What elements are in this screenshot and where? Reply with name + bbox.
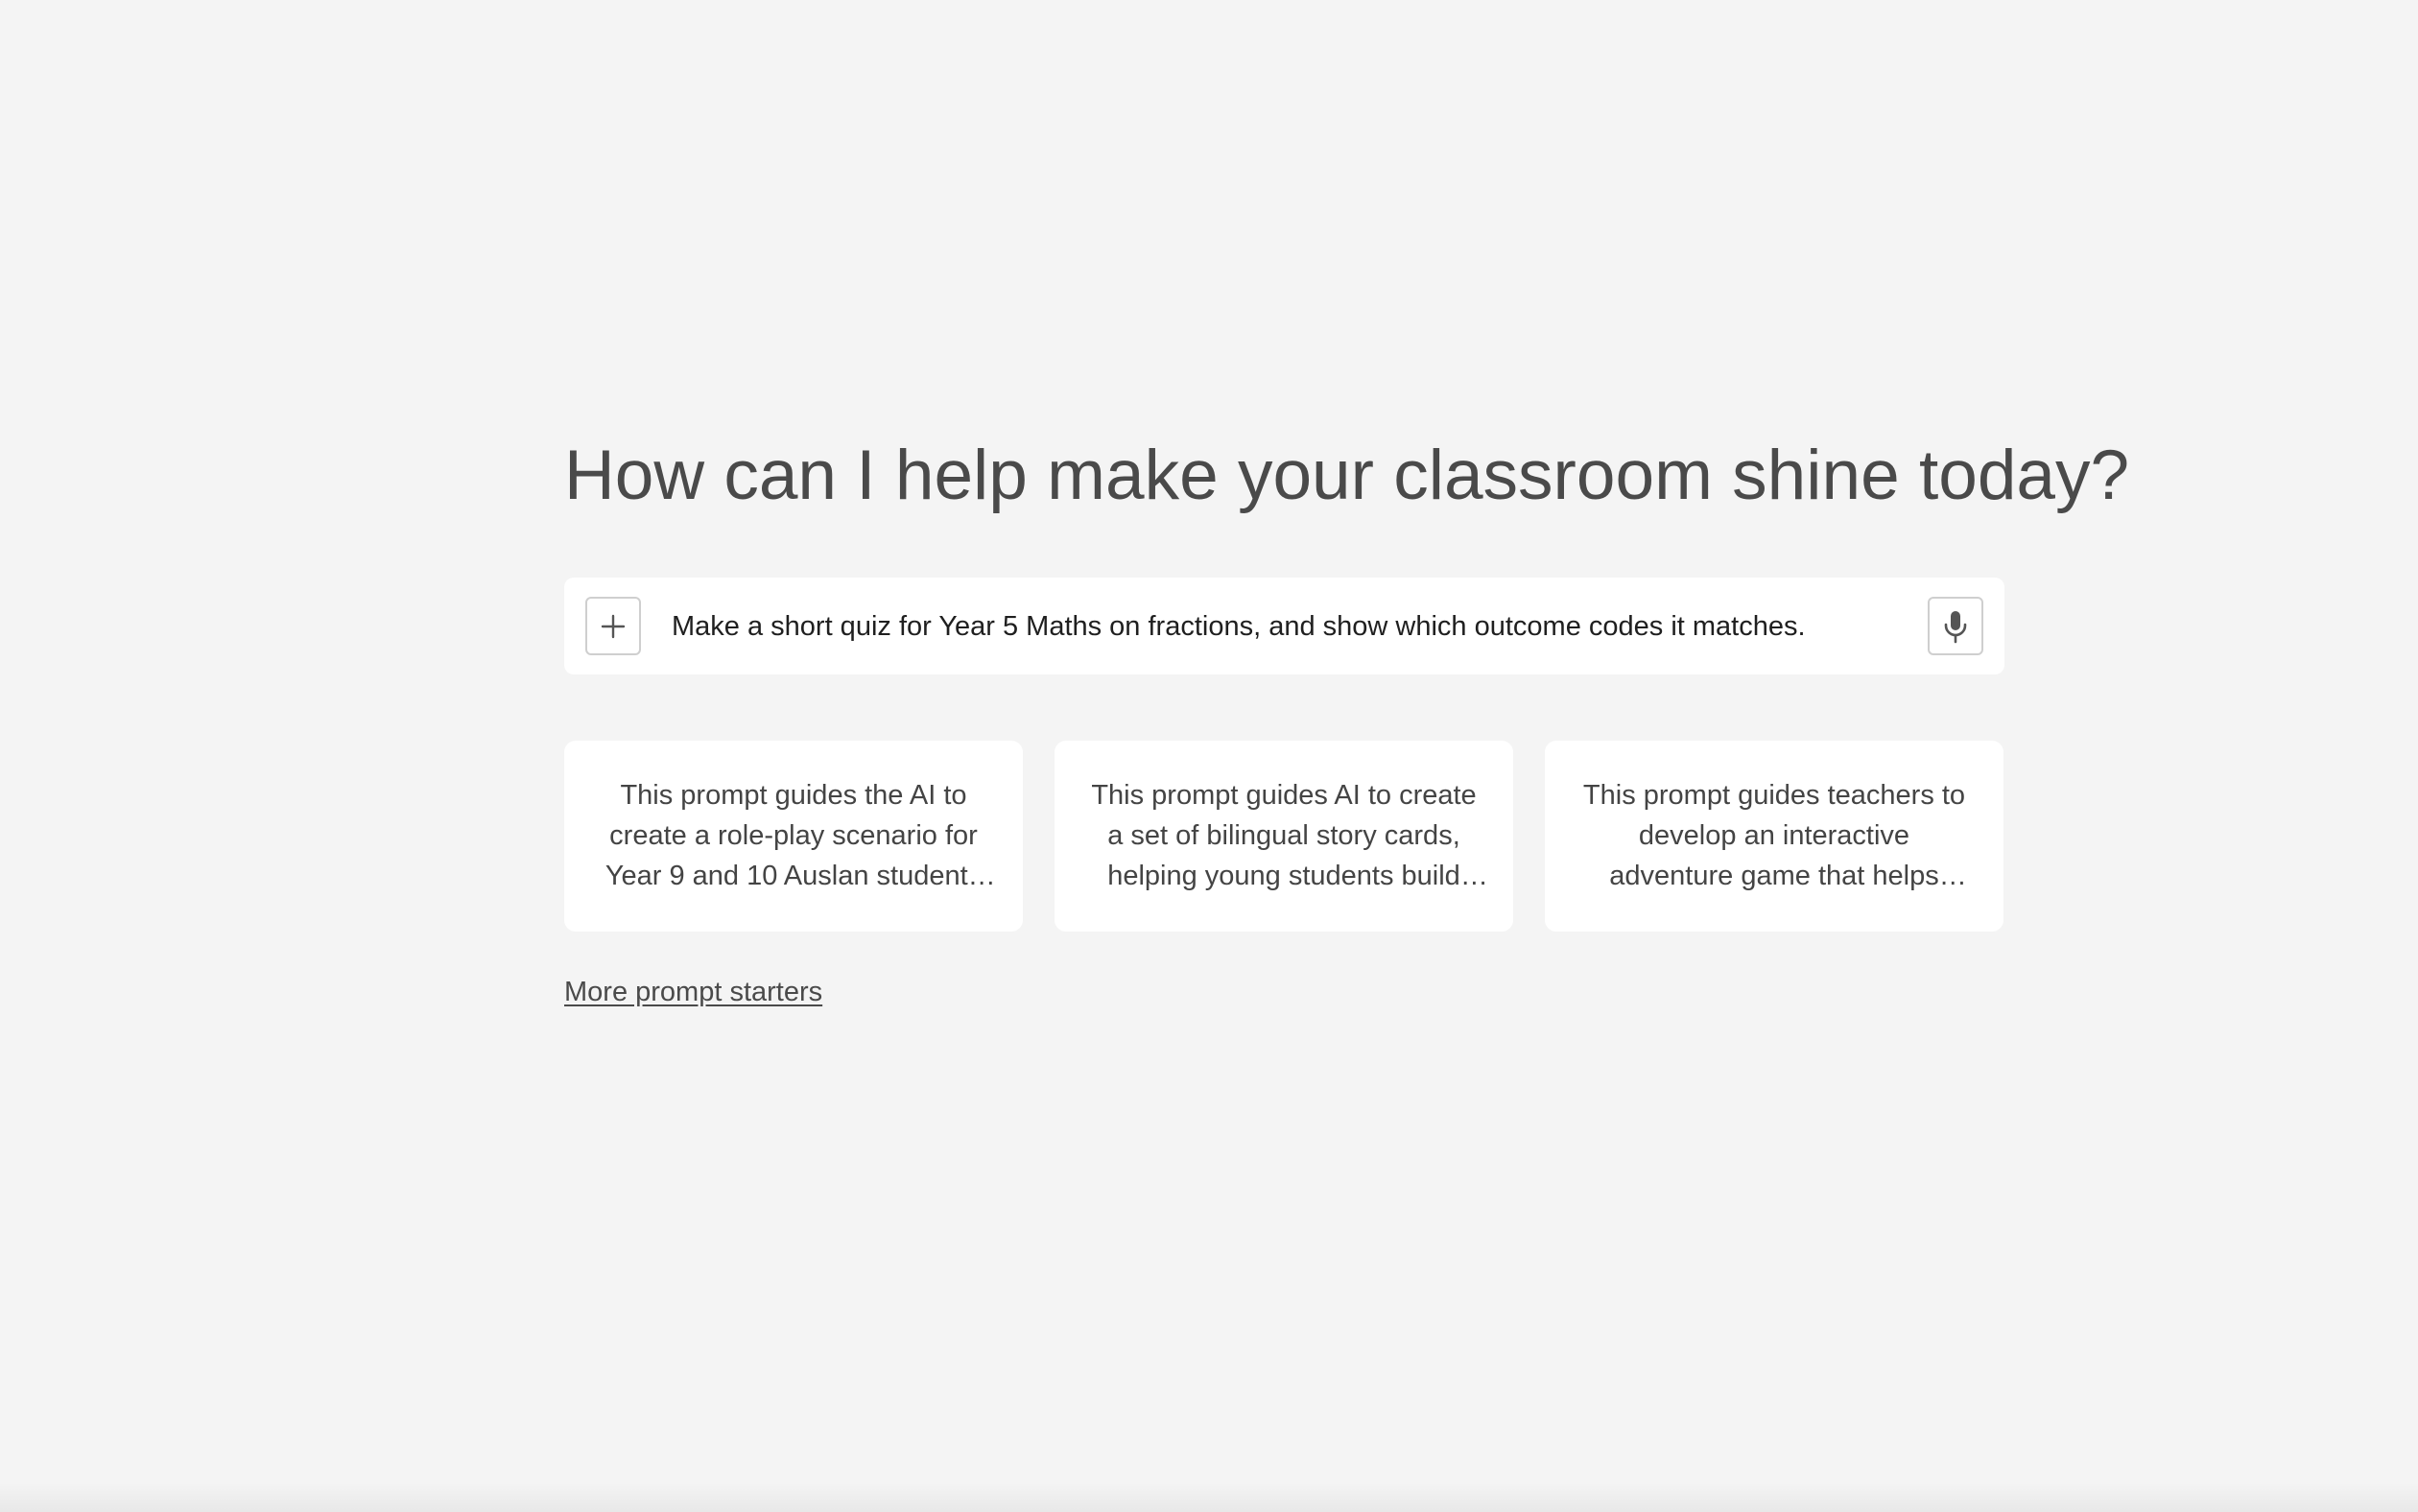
microphone-button[interactable] bbox=[1928, 597, 1983, 655]
page-title: How can I help make your classroom shine… bbox=[564, 437, 2130, 514]
prompt-starter-text: This prompt guides AI to create a set of… bbox=[1091, 780, 1477, 891]
more-prompt-starters-link[interactable]: More prompt starters bbox=[564, 977, 822, 1008]
prompt-starter-card[interactable]: This prompt guides AI to create a set of… bbox=[1055, 741, 1513, 932]
microphone-icon bbox=[1944, 610, 1967, 643]
plus-icon bbox=[601, 614, 626, 638]
prompt-starter-card[interactable]: This prompt guides the AI to create a ro… bbox=[564, 741, 1023, 932]
prompt-bar bbox=[564, 578, 2004, 674]
prompt-starter-text: This prompt guides teachers to develop a… bbox=[1582, 780, 1966, 891]
prompt-starter-card[interactable]: This prompt guides teachers to develop a… bbox=[1545, 741, 2003, 932]
add-button[interactable] bbox=[585, 597, 641, 655]
bottom-edge-shadow bbox=[0, 1483, 2418, 1512]
prompt-starter-list: This prompt guides the AI to create a ro… bbox=[564, 741, 2004, 932]
prompt-starter-text: This prompt guides the AI to create a ro… bbox=[604, 780, 983, 891]
prompt-input[interactable] bbox=[672, 599, 1909, 654]
